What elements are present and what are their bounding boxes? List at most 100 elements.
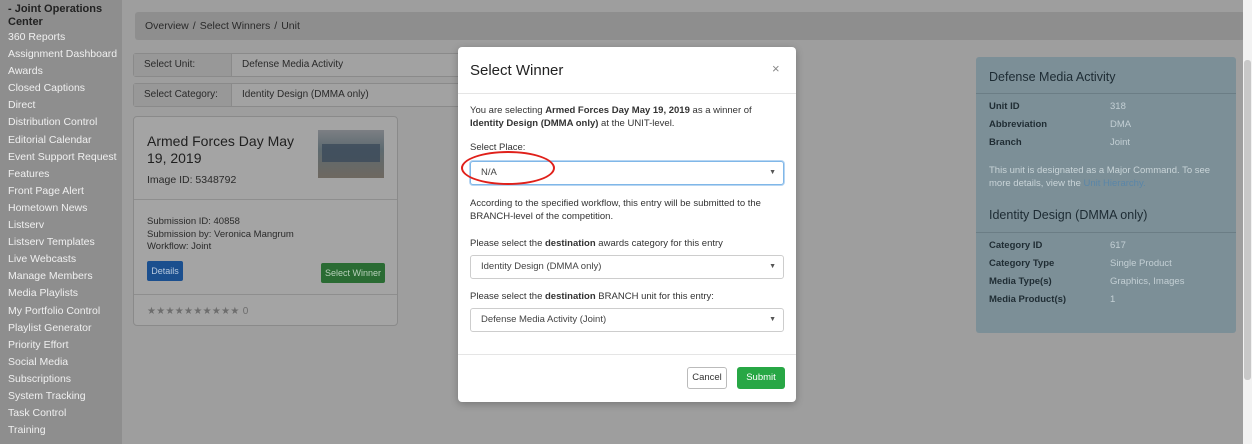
sidebar-item-priority-effort[interactable]: Priority Effort: [0, 337, 122, 354]
sidebar-item-my-portfolio-control[interactable]: My Portfolio Control: [0, 303, 122, 320]
chevron-down-icon: ▼: [769, 169, 776, 176]
card-divider: [134, 199, 397, 200]
card-meta: Submission ID: 40858 Submission by: Vero…: [147, 216, 294, 254]
sidebar-item-hometown-news[interactable]: Hometown News: [0, 200, 122, 217]
select-winner-button[interactable]: Select Winner: [321, 263, 385, 283]
submit-button[interactable]: Submit: [737, 367, 785, 389]
dest-text: BRANCH unit for this entry:: [595, 291, 714, 302]
breadcrumb-separator: /: [274, 20, 278, 32]
panel-divider: [976, 232, 1236, 233]
close-icon[interactable]: ×: [772, 61, 780, 76]
info-key: Abbreviation: [989, 119, 1048, 130]
select-unit-label: Select Unit:: [134, 54, 232, 76]
dest-bold: destination: [545, 238, 596, 249]
destination-unit-value: Defense Media Activity (Joint): [481, 314, 607, 325]
sidebar-item-system-tracking[interactable]: System Tracking: [0, 388, 122, 405]
page-scrollbar[interactable]: [1243, 0, 1252, 444]
chevron-down-icon: ▼: [769, 316, 776, 323]
sidebar-item-assignment-dashboard[interactable]: Assignment Dashboard: [0, 46, 122, 63]
chevron-down-icon: ▼: [769, 263, 776, 270]
sidebar-item-features[interactable]: Features: [0, 166, 122, 183]
sidebar-item-event-support-request[interactable]: Event Support Request: [0, 149, 122, 166]
sidebar-item-closed-captions[interactable]: Closed Captions: [0, 80, 122, 97]
cancel-button[interactable]: Cancel: [687, 367, 727, 389]
submission-card: Armed Forces Day May 19, 2019 Image ID: …: [133, 116, 398, 326]
select-category-label: Select Category:: [134, 84, 232, 106]
sidebar-item-media-playlists[interactable]: Media Playlists: [0, 285, 122, 302]
dest-text: Please select the: [470, 291, 545, 302]
details-panel: Defense Media Activity Unit ID 318 Abbrevi…: [976, 57, 1236, 333]
select-place-label: Select Place:: [470, 142, 526, 153]
category-title: Identity Design (DMMA only): [989, 208, 1148, 222]
destination-category-value: Identity Design (DMMA only): [481, 261, 602, 272]
sidebar: - Joint Operations Center 360 Reports Ass…: [0, 0, 122, 444]
info-row: Media Type(s) Graphics, Images: [989, 276, 1229, 287]
panel-divider: [976, 93, 1236, 94]
select-place-value: N/A: [481, 167, 497, 178]
unit-note: This unit is designated as a Major Comma…: [989, 165, 1225, 190]
breadcrumb: Overview / Select Winners / Unit: [135, 12, 1245, 40]
select-category-field[interactable]: Select Category: Identity Design (DMMA o…: [133, 83, 469, 107]
select-unit-value[interactable]: Defense Media Activity: [232, 54, 343, 76]
star-icons[interactable]: ★★★★★★★★★★: [147, 306, 240, 317]
breadcrumb-separator: /: [192, 20, 196, 32]
select-unit-field[interactable]: Select Unit: Defense Media Activity: [133, 53, 469, 77]
card-image-id: Image ID: 5348792: [147, 174, 237, 186]
sidebar-item-social-media[interactable]: Social Media: [0, 354, 122, 371]
info-row: Media Product(s) 1: [989, 294, 1229, 305]
sidebar-item-playlist-generator[interactable]: Playlist Generator: [0, 320, 122, 337]
info-row: Category Type Single Product: [989, 258, 1229, 269]
scrollbar-thumb[interactable]: [1244, 60, 1251, 380]
sidebar-item-task-control[interactable]: Task Control: [0, 405, 122, 422]
sidebar-item-manage-members[interactable]: Manage Members: [0, 268, 122, 285]
info-value: Single Product: [1110, 258, 1172, 269]
sidebar-item-subscriptions[interactable]: Subscriptions: [0, 371, 122, 388]
info-key: Media Product(s): [989, 294, 1067, 305]
intro-text: You are selecting: [470, 105, 546, 116]
sidebar-item-editorial-calendar[interactable]: Editorial Calendar: [0, 132, 122, 149]
select-category-value[interactable]: Identity Design (DMMA only): [232, 84, 369, 106]
modal-title: Select Winner: [470, 62, 564, 79]
sidebar-item-direct[interactable]: Direct: [0, 97, 122, 114]
sidebar-item-training[interactable]: Training: [0, 422, 122, 439]
rating-count: 0: [242, 306, 249, 317]
info-row: Branch Joint: [989, 137, 1229, 148]
select-place-dropdown[interactable]: N/A ▼: [470, 161, 784, 185]
intro-entry: Armed Forces Day May 19, 2019: [545, 105, 690, 116]
info-value: Graphics, Images: [1110, 276, 1185, 287]
info-row: Unit ID 318: [989, 101, 1229, 112]
submission-thumbnail[interactable]: [318, 130, 384, 178]
breadcrumb-select-winners[interactable]: Select Winners: [200, 20, 271, 32]
dest-bold: destination: [545, 291, 596, 302]
unit-title: Defense Media Activity: [989, 70, 1116, 84]
info-key: Media Type(s): [989, 276, 1052, 287]
destination-unit-dropdown[interactable]: Defense Media Activity (Joint) ▼: [470, 308, 784, 332]
info-key: Category ID: [989, 240, 1043, 251]
sidebar-item-live-webcasts[interactable]: Live Webcasts: [0, 251, 122, 268]
details-button[interactable]: Details: [147, 261, 183, 281]
sidebar-item-awards[interactable]: Awards: [0, 63, 122, 80]
sidebar-header[interactable]: - Joint Operations Center: [0, 0, 122, 29]
breadcrumb-overview[interactable]: Overview: [145, 20, 189, 32]
modal-header-divider: [458, 93, 796, 94]
destination-category-dropdown[interactable]: Identity Design (DMMA only) ▼: [470, 255, 784, 279]
intro-text: as a winner of: [689, 105, 752, 116]
info-value: 318: [1110, 101, 1126, 112]
dest-text: Please select the: [470, 238, 545, 249]
select-winner-modal: Select Winner × You are selecting Armed …: [458, 47, 796, 402]
sidebar-item-distribution-control[interactable]: Distribution Control: [0, 114, 122, 131]
sidebar-item-360-reports[interactable]: 360 Reports: [0, 29, 122, 46]
destination-unit-label: Please select the destination BRANCH uni…: [470, 291, 714, 302]
workflow-text: According to the specified workflow, thi…: [470, 198, 761, 222]
sidebar-item-listserv-templates[interactable]: Listserv Templates: [0, 234, 122, 251]
breadcrumb-unit: Unit: [281, 20, 300, 32]
intro-category: Identity Design (DMMA only): [470, 117, 599, 129]
star-rating[interactable]: ★★★★★★★★★★ 0: [147, 306, 249, 317]
sidebar-item-front-page-alert[interactable]: Front Page Alert: [0, 183, 122, 200]
info-key: Category Type: [989, 258, 1055, 269]
unit-hierarchy-link[interactable]: Unit Hierarchy.: [1084, 178, 1146, 189]
card-submitted-by: Submission by: Veronica Mangrum: [147, 228, 294, 240]
sidebar-item-listserv[interactable]: Listserv: [0, 217, 122, 234]
card-title: Armed Forces Day May 19, 2019: [147, 133, 295, 166]
intro-text: at the UNIT-level.: [598, 117, 675, 129]
